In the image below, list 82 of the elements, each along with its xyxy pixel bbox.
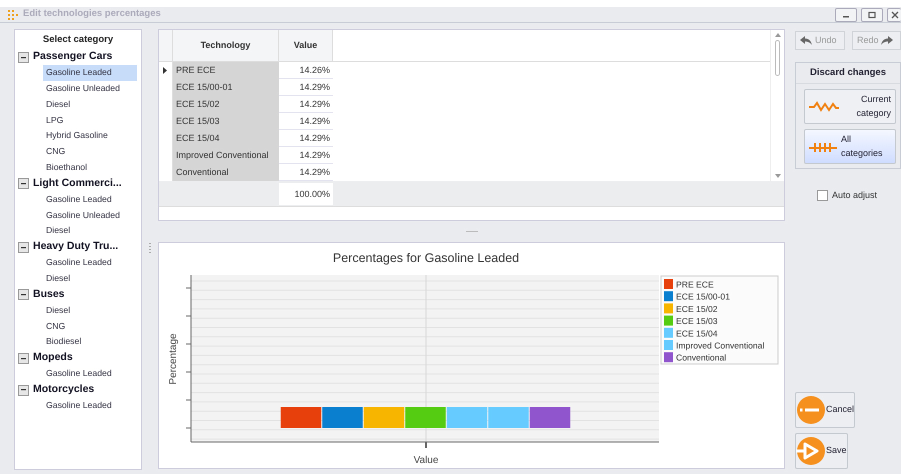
minimize-button[interactable] xyxy=(835,8,857,22)
tree-item[interactable]: Hybrid Gasoline xyxy=(43,128,137,144)
tree-item[interactable]: CNG xyxy=(43,318,137,334)
category-label[interactable]: Light Commerci... xyxy=(33,176,122,192)
tree-item[interactable]: LPG xyxy=(43,112,137,128)
table-cell: Conventional xyxy=(173,164,279,181)
tree-item[interactable]: Biodiesel xyxy=(43,334,137,350)
close-icon xyxy=(890,10,898,18)
discard-current-button[interactable]: Current category xyxy=(804,89,896,124)
chart-title: Percentages for Gasoline Leaded xyxy=(332,251,520,265)
wave-icon xyxy=(809,100,839,113)
expand-toggle[interactable] xyxy=(18,52,29,63)
row-indicator-icon xyxy=(163,66,168,74)
panel-title: Select category xyxy=(42,33,114,47)
bar xyxy=(280,407,322,428)
tree-item[interactable]: CNG xyxy=(43,144,137,160)
auto-adjust-checkbox[interactable] xyxy=(817,190,828,202)
tree-item[interactable]: Diesel xyxy=(43,96,137,113)
category-label[interactable]: Motorcycles xyxy=(33,382,94,398)
vertical-scrollbar[interactable] xyxy=(770,30,784,181)
legend-label: ECE 15/03 xyxy=(676,316,718,326)
tree-item[interactable]: Gasoline Leaded xyxy=(43,255,137,272)
tree-item[interactable]: Gasoline Leaded xyxy=(43,366,137,382)
group-title: Discard changes xyxy=(796,63,900,84)
maximize-icon xyxy=(868,10,876,18)
y-axis-label: Percentage xyxy=(168,333,179,385)
table-cell: ECE 15/03 xyxy=(173,112,279,130)
legend-label: ECE 15/04 xyxy=(676,328,718,338)
cancel-button[interactable]: Cancel xyxy=(795,392,856,428)
scroll-up-icon[interactable] xyxy=(774,33,780,37)
table-cell: ECE 15/04 xyxy=(173,130,279,147)
expand-toggle[interactable] xyxy=(18,242,29,253)
bar xyxy=(405,407,446,428)
discard-all-button[interactable]: All categories xyxy=(804,129,896,164)
tree-item[interactable]: Gasoline Leaded xyxy=(43,192,137,208)
minus-icon xyxy=(796,395,826,425)
legend-label: ECE 15/02 xyxy=(676,304,718,314)
expand-toggle[interactable] xyxy=(18,178,29,190)
bar xyxy=(322,407,363,428)
legend-label: PRE ECE xyxy=(676,280,714,290)
category-label[interactable]: Passenger Cars xyxy=(33,49,112,66)
maximize-button[interactable] xyxy=(861,8,883,22)
tree-item[interactable]: Diesel xyxy=(43,223,137,240)
legend-label: Improved Conventional xyxy=(676,340,764,350)
scroll-down-icon[interactable] xyxy=(774,174,780,178)
column-header[interactable]: Value xyxy=(279,30,333,61)
expand-toggle[interactable] xyxy=(18,384,29,396)
tree-item[interactable]: Gasoline Unleaded xyxy=(43,81,137,97)
undo-icon xyxy=(800,36,812,45)
bar xyxy=(364,407,404,428)
checkbox-label: Auto adjust xyxy=(832,189,878,202)
minimize-icon xyxy=(843,16,849,18)
app-icon xyxy=(8,10,19,20)
x-axis-label: Value xyxy=(414,455,438,466)
total-cell: 100.00% xyxy=(279,182,333,204)
table-cell: Improved Conventional xyxy=(173,146,279,164)
table-cell: ECE 15/02 xyxy=(173,96,279,113)
category-label[interactable]: Buses xyxy=(33,286,65,303)
tree-item[interactable]: Diesel xyxy=(43,302,137,319)
legend-label: Conventional xyxy=(676,352,726,363)
bar xyxy=(488,407,529,428)
expand-toggle[interactable] xyxy=(18,352,29,364)
column-header[interactable]: Technology xyxy=(173,30,279,61)
tree-item[interactable]: Gasoline Leaded xyxy=(43,65,137,82)
redo-icon xyxy=(881,36,894,45)
table-cell: PRE ECE xyxy=(173,62,279,79)
wave-icon xyxy=(809,140,837,153)
save-button[interactable]: Save xyxy=(795,433,848,469)
bar xyxy=(446,407,488,428)
bar xyxy=(530,407,570,428)
table-cell: ECE 15/00-01 xyxy=(173,78,279,96)
tree-item[interactable]: Bioethanol xyxy=(43,160,137,176)
tree-item[interactable]: Gasoline Unleaded xyxy=(43,208,137,224)
window-title: Edit technologies percentages xyxy=(23,7,161,22)
splitter-grip-icon[interactable] xyxy=(148,242,152,254)
expand-toggle[interactable] xyxy=(18,289,29,300)
category-label[interactable]: Heavy Duty Tru... xyxy=(33,239,118,256)
tree-item[interactable]: Diesel xyxy=(43,271,137,287)
tree-item[interactable]: Gasoline Leaded xyxy=(43,398,137,414)
legend-label: ECE 15/00-01 xyxy=(676,292,730,302)
category-label[interactable]: Mopeds xyxy=(33,350,73,366)
close-button[interactable] xyxy=(887,8,901,22)
